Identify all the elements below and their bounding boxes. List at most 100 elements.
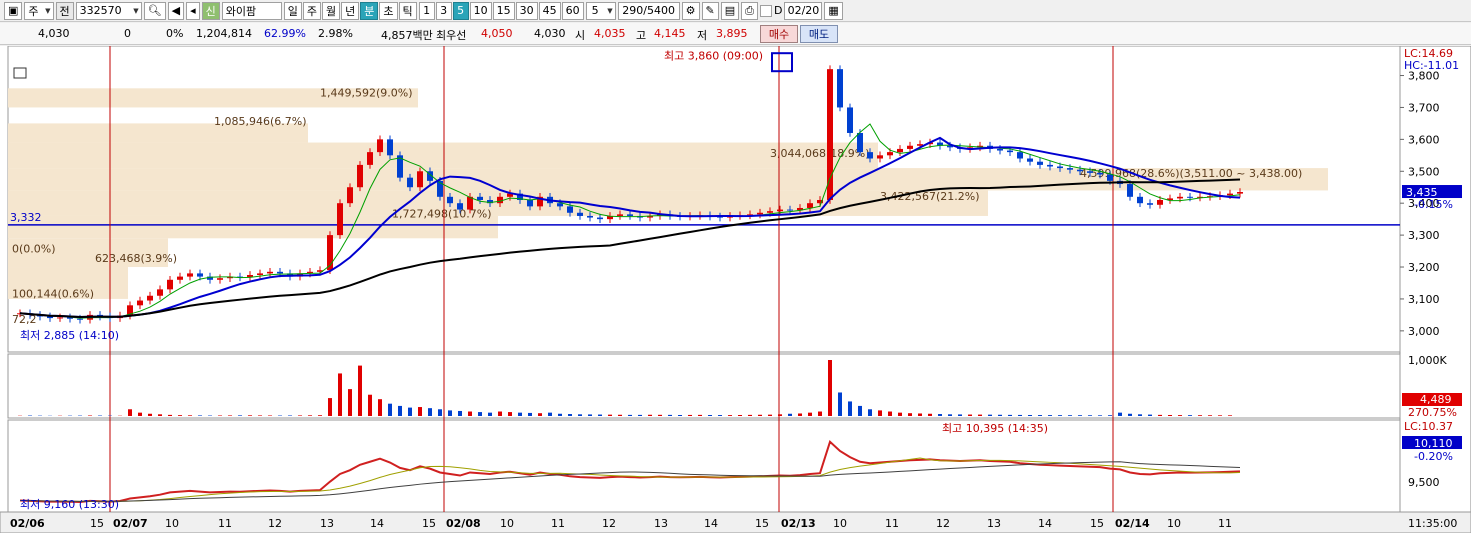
interval-button-30[interactable]: 30: [515, 1, 538, 20]
volume-bar: [128, 409, 132, 416]
volume-bar: [758, 414, 762, 416]
candle-body: [77, 318, 83, 320]
volume-bar: [658, 414, 662, 416]
open-label: 시: [575, 29, 586, 42]
search-icon[interactable]: 🔍︎: [143, 1, 166, 20]
min-price-annotation: 최저 2,885 (14:10): [20, 329, 119, 342]
candle-body: [1097, 172, 1103, 175]
candle-body: [617, 214, 623, 216]
current-time-label: 11:35:00: [1408, 517, 1457, 530]
speaker-icon[interactable]: ◀: [167, 1, 185, 20]
candle-body: [277, 271, 283, 274]
period-tab-5[interactable]: 초: [379, 1, 398, 20]
toolbar: ▣ 주 전 332570 🔍︎ ◀ ◂ 신 와이팜 일주월년분초틱 135101…: [0, 0, 1471, 22]
chart-type-icon[interactable]: ▣: [4, 1, 23, 20]
volume-bar: [438, 409, 442, 416]
volume-bar: [1088, 415, 1092, 416]
period-tab-6[interactable]: 틱: [398, 1, 417, 20]
volume-profile-label: 0(0.0%): [12, 243, 56, 256]
volume-bar: [428, 408, 432, 416]
interval-button-45[interactable]: 45: [538, 1, 561, 20]
volume-bar: [818, 411, 822, 416]
interval-button-5[interactable]: 5: [452, 1, 469, 20]
calendar-icon[interactable]: ▦: [824, 1, 843, 20]
candle-body: [347, 187, 353, 204]
candle-body: [137, 300, 143, 306]
candle-body: [577, 212, 583, 216]
count-field[interactable]: 290/5400: [617, 1, 680, 20]
volume-bar: [908, 413, 912, 416]
volume-bar: [558, 413, 562, 416]
print-icon[interactable]: ⎙: [741, 1, 758, 20]
candle-body: [1037, 161, 1043, 165]
sell-button[interactable]: 매도: [800, 25, 838, 43]
volume-bar: [888, 411, 892, 416]
candle-body: [777, 209, 783, 212]
period-checkbox[interactable]: [759, 4, 772, 17]
period-tab-2[interactable]: 월: [322, 1, 341, 20]
volume-bar: [138, 412, 142, 416]
volume-bar: [868, 409, 872, 416]
time-tick-label: 15: [90, 517, 104, 530]
reference-line-label: 3,332: [10, 211, 42, 224]
candle-body: [1087, 171, 1093, 173]
interval-button-1[interactable]: 1: [418, 1, 435, 20]
volume-bar: [468, 411, 472, 416]
candle-body: [1237, 192, 1243, 194]
volume-profile-label: 100,144(0.6%): [12, 287, 94, 300]
market-select[interactable]: 주: [24, 1, 54, 20]
interval-button-15[interactable]: 15: [492, 1, 515, 20]
volume-bar: [1168, 414, 1172, 416]
volume-bar: [518, 412, 522, 416]
date-field[interactable]: 02/20: [784, 1, 823, 20]
save-icon[interactable]: ▤: [720, 1, 740, 20]
interval-select[interactable]: 5: [585, 1, 616, 20]
prev-stock-icon[interactable]: ◂: [186, 1, 200, 20]
period-tab-1[interactable]: 주: [302, 1, 321, 20]
sub-tick-label: 9,500: [1408, 476, 1440, 489]
period-tab-4[interactable]: 분: [360, 1, 379, 20]
volume-bar: [1118, 412, 1122, 416]
volume-bar: [238, 415, 242, 416]
volume-bar: [628, 414, 632, 416]
candle-body: [767, 211, 773, 213]
volume-bar: [1158, 414, 1162, 416]
volume-bar: [1068, 415, 1072, 416]
volume-bar: [648, 414, 652, 416]
candle-body: [447, 196, 453, 204]
volume-bar: [828, 360, 832, 416]
time-tick-label: 14: [704, 517, 718, 530]
period-tab-0[interactable]: 일: [283, 1, 302, 20]
interval-button-10[interactable]: 10: [469, 1, 492, 20]
open-price: 4,035: [594, 27, 626, 40]
volume-bar: [158, 414, 162, 416]
buy-button[interactable]: 매수: [760, 25, 798, 43]
draw-icon[interactable]: ✎: [701, 1, 719, 20]
tools-icon[interactable]: ⚙: [681, 1, 700, 20]
stock-code-input[interactable]: 332570: [75, 1, 142, 20]
volume-bar: [198, 415, 202, 416]
hc-label: HC:-11.01: [1404, 59, 1459, 72]
price-tick-label: 3,000: [1408, 325, 1440, 338]
interval-button-60[interactable]: 60: [561, 1, 584, 20]
prefix-button[interactable]: 전: [55, 1, 74, 20]
volume-bar: [1218, 415, 1222, 416]
time-tick-label: 13: [320, 517, 334, 530]
candle-body: [1107, 174, 1113, 181]
period-tab-3[interactable]: 년: [341, 1, 360, 20]
time-tick-label: 12: [268, 517, 282, 530]
volume-bar: [1178, 415, 1182, 416]
volume-bar: [798, 413, 802, 416]
volume-bar: [1028, 414, 1032, 416]
change-percent: 0%: [166, 27, 184, 40]
volume-bar: [388, 403, 392, 416]
candle-body: [357, 164, 363, 188]
stock-chart[interactable]: 3,8003,7003,6003,5003,4003,3003,2003,100…: [0, 46, 1471, 533]
price-tick-label: 3,500: [1408, 165, 1440, 178]
interval-button-3[interactable]: 3: [435, 1, 452, 20]
volume-bar: [408, 407, 412, 416]
stock-name: 와이팜: [221, 1, 282, 20]
time-tick-label: 10: [500, 517, 514, 530]
volume-profile-label: 623,468(3.9%): [95, 252, 177, 265]
time-tick-label: 15: [755, 517, 769, 530]
